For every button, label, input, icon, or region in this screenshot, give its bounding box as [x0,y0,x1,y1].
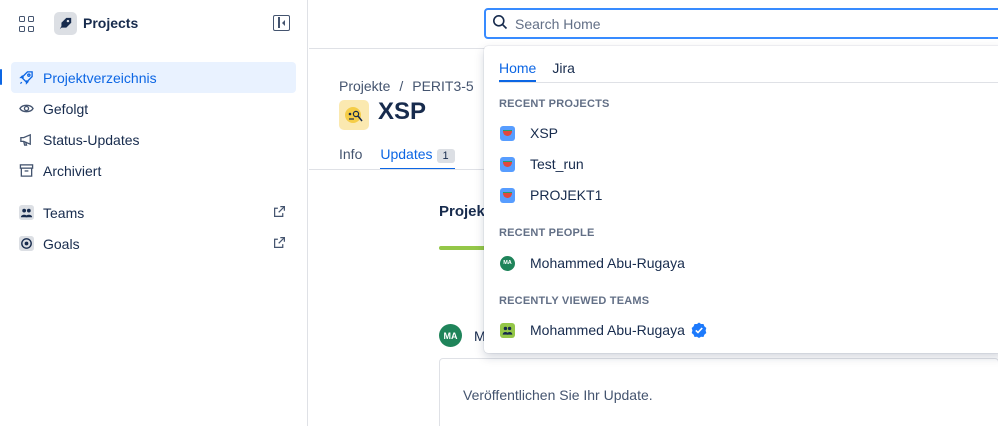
section-title: Projek [439,203,485,220]
sidebar-item-label: Goals [43,235,80,252]
updates-count-badge: 1 [436,149,455,163]
projects-logo-icon [54,12,77,35]
update-editor[interactable]: Veröffentlichen Sie Ihr Update. [439,358,998,426]
avatar: MA [500,255,515,271]
list-item[interactable]: MA Mohammed Abu-Rugaya [484,248,998,278]
sidebar-item-goals[interactable]: Goals [11,228,296,259]
external-link-icon [273,236,286,252]
sidebar-item-teams[interactable]: Teams [11,197,296,228]
project-icon [500,156,515,172]
team-name: Mohammed Abu-Rugaya [530,322,685,338]
project-tabs: Info Updates 1 [339,146,473,170]
rocket-outline-icon [19,70,34,85]
project-name: PROJEKT1 [530,187,603,203]
breadcrumb-project-key[interactable]: PERIT3-5 [412,78,473,94]
project-name: Test_run [530,156,584,172]
sidebar-item-gefolgt[interactable]: Gefolgt [11,93,296,124]
active-indicator [0,69,2,85]
archive-icon [19,163,34,178]
search-icon [492,14,508,33]
sidebar-item-label: Archiviert [43,162,102,179]
search-field[interactable] [484,8,998,39]
sidebar-header: Projects [0,0,308,48]
tab-label: Info [339,146,363,162]
app-switcher-icon[interactable] [19,16,35,32]
project-avatar-icon [339,100,369,130]
tab-home[interactable]: Home [499,60,537,82]
breadcrumb-projekte[interactable]: Projekte [339,78,390,94]
project-icon [500,187,515,203]
sidebar: Projects Projektverzeichnis Gefolgt Stat… [0,0,308,426]
sidebar-item-label: Projektverzeichnis [43,69,157,86]
sidebar-item-label: Status-Updates [43,131,140,148]
section-heading-recently-viewed-teams: RECENTLY VIEWED TEAMS [499,295,650,307]
breadcrumb: Projekte / PERIT3-5 [339,78,474,94]
megaphone-icon [19,132,34,147]
person-name: Mohammed Abu-Rugaya [530,255,685,271]
tab-label: Updates [380,146,433,162]
tab-updates[interactable]: Updates 1 [380,146,455,170]
sidebar-item-status-updates[interactable]: Status-Updates [11,124,296,155]
eye-icon [19,101,34,116]
breadcrumb-separator: / [399,78,404,94]
update-placeholder: Veröffentlichen Sie Ihr Update. [463,387,653,403]
list-item[interactable]: Mohammed Abu-Rugaya [484,315,998,345]
collapse-sidebar-icon[interactable] [273,15,290,31]
section-heading-recent-people: RECENT PEOPLE [499,227,595,239]
target-icon [19,236,34,251]
sidebar-item-label: Gefolgt [43,100,89,117]
app-title: Projects [83,15,139,31]
search-input[interactable] [515,15,955,32]
project-icon [500,125,515,141]
list-item[interactable]: XSP [484,118,998,148]
sidebar-item-label: Teams [43,204,85,221]
project-name: XSP [530,125,559,141]
people-icon [19,205,34,220]
verified-badge-icon [691,322,707,338]
external-link-icon [273,205,286,221]
sidebar-item-archiviert[interactable]: Archiviert [11,155,296,186]
section-heading-recent-projects: RECENT PROJECTS [499,98,610,110]
team-icon [500,322,515,338]
avatar[interactable]: MA [439,324,462,347]
search-dropdown: Home Jira RECENT PROJECTS XSP Test_run P… [484,46,998,353]
page-title: XSP [378,98,427,125]
search-scope-tabs: Home Jira [499,60,591,82]
tab-info[interactable]: Info [339,146,362,170]
list-item[interactable]: Test_run [484,149,998,179]
tab-jira[interactable]: Jira [552,60,575,82]
sidebar-item-projektverzeichnis[interactable]: Projektverzeichnis [11,62,296,93]
list-item[interactable]: PROJEKT1 [484,180,998,210]
divider [499,82,998,83]
